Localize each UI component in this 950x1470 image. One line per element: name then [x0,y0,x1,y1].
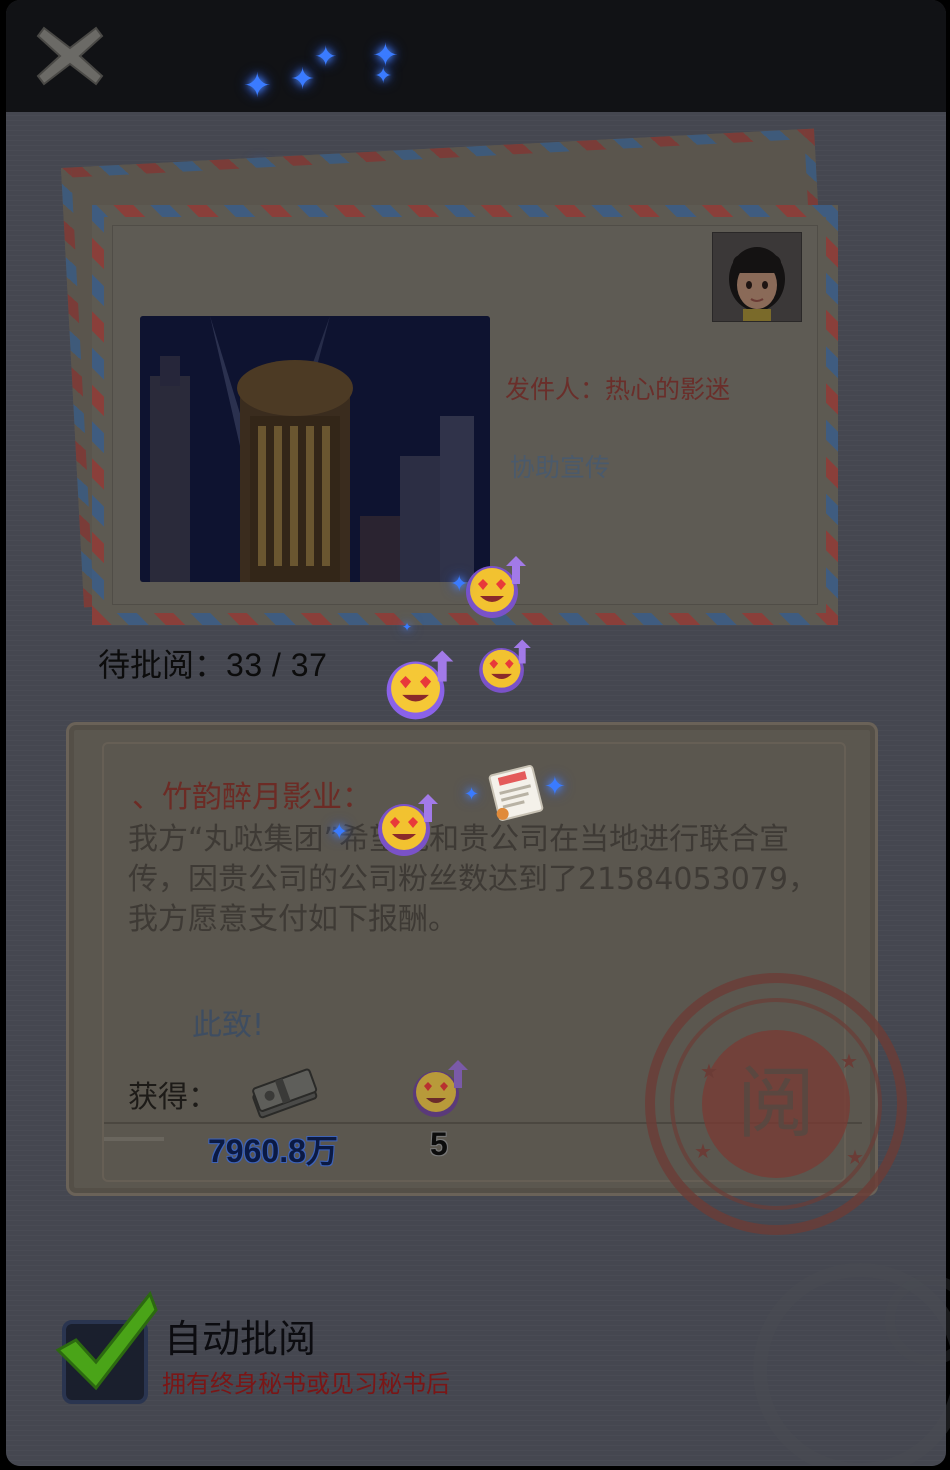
svg-text:★: ★ [694,1139,712,1163]
sparkle-icon: ✦ [314,40,338,73]
auto-review-checkbox[interactable] [55,1290,158,1404]
read-stamp-icon: 阅 ★ ★ ★ ★ [640,968,912,1240]
sparkle-icon: ✦ [243,66,272,106]
cash-stack-icon [248,1064,324,1124]
svg-text:★: ★ [846,1145,864,1169]
sparkle-icon: ✦ [402,620,413,634]
reward-fan-value: 5 [430,1126,448,1162]
close-x-icon [36,26,104,86]
stamp-text: 阅 [737,1059,815,1149]
fan-heart-eyes-icon [380,646,460,726]
reward-label: 获得： [128,1080,218,1115]
sender-label: 发件人：热心的影迷 [505,375,731,404]
auto-review-hint: 拥有终身秘书或见习秘书后 [162,1370,450,1398]
svg-text:★: ★ [700,1059,718,1083]
night-cinema-building-photo [140,316,490,582]
letter-body: 我方“丸哒集团”希望能和贵公司在当地进行联合宣传，因贵公司的公司粉丝数达到了21… [128,822,818,937]
close-button[interactable] [34,22,106,90]
fan-heart-eyes-icon [460,552,532,624]
fan-heart-eyes-icon [372,790,444,862]
sparkle-icon: ✦ [544,772,566,802]
background-decoration [600,1220,950,1470]
pending-review-counter: 待批阅：33 / 37 [98,640,327,686]
fan-heart-eyes-icon [474,636,536,698]
sparkle-icon: ✦ [330,820,349,845]
sparkle-icon: ✦ [290,62,316,97]
reward-money-value: 7960.8万 [208,1133,338,1169]
checkmark-icon [55,1290,158,1391]
letter-greeting: 、竹韵醉月影业： [132,780,372,815]
pending-value: 33 / 37 [226,647,328,683]
fan-heart-eyes-icon [410,1058,474,1122]
svg-text:★: ★ [840,1049,858,1073]
pending-label: 待批阅： [98,646,227,684]
letter-closing: 此致! [192,1008,265,1043]
sparkle-icon: ✦ [374,64,393,89]
auto-review-label: 自动批阅 [164,1317,317,1361]
sender-avatar [712,232,802,322]
work-order-paper-icon [484,764,548,822]
sparkle-icon: ✦ [450,572,469,597]
top-bar [6,0,946,112]
mail-subject: 协助宣传 [510,453,611,482]
reward-divider-accent [104,1137,164,1141]
sparkle-icon: ✦ [464,784,480,805]
